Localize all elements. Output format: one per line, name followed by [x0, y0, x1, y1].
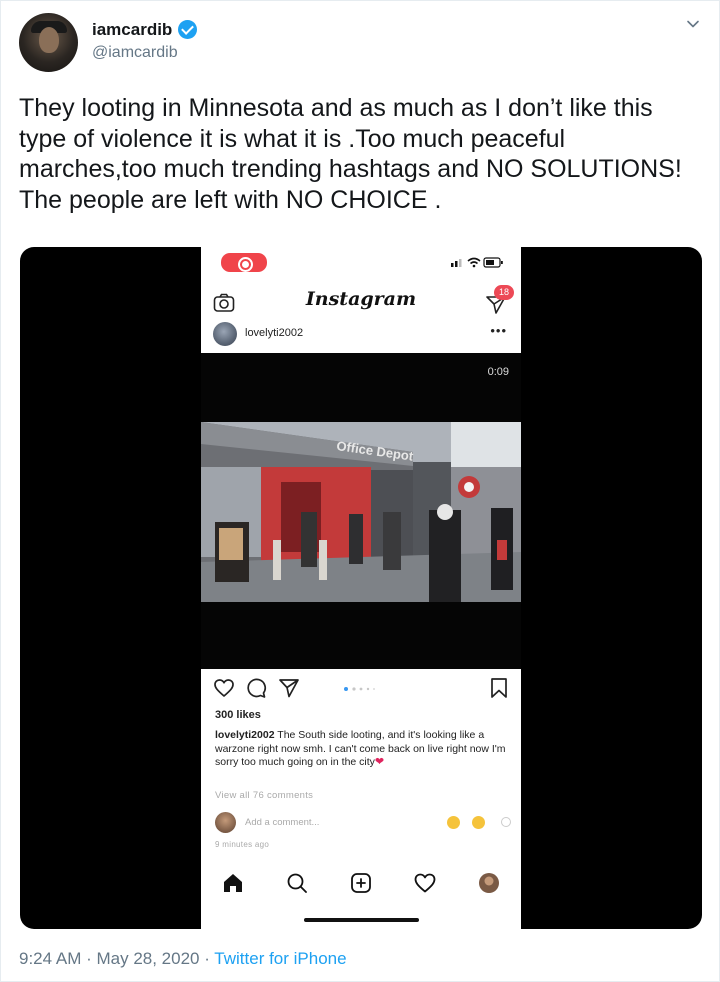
author-name[interactable]: iamcardib — [92, 20, 172, 40]
post-avatar[interactable] — [213, 322, 237, 346]
red-heart-icon: ❤ — [374, 756, 385, 768]
avatar-face — [39, 27, 59, 53]
street-scene: Office Depot — [201, 422, 521, 602]
tweet-source[interactable]: Twitter for iPhone — [214, 949, 346, 968]
laughing-emoji-icon[interactable] — [447, 816, 460, 829]
home-icon[interactable] — [221, 871, 245, 895]
carousel-dots — [344, 687, 375, 691]
post-time-ago: 9 minutes ago — [215, 840, 270, 849]
screen-record-indicator — [221, 253, 267, 272]
post-username[interactable]: lovelyti2002 — [245, 327, 303, 339]
tweet-meta: 9:24 AM · May 28, 2020 · Twitter for iPh… — [19, 949, 347, 969]
instagram-tab-bar — [201, 867, 521, 901]
post-video[interactable]: 0:09 Office Depot — [201, 353, 521, 669]
surprised-emoji-icon[interactable] — [472, 816, 485, 829]
add-comment-input[interactable]: Add a comment... — [245, 817, 319, 828]
caption-username[interactable]: lovelyti2002 — [215, 729, 275, 741]
likes-count[interactable]: 300 likes — [215, 709, 261, 721]
add-emoji-icon[interactable] — [501, 817, 511, 827]
home-indicator — [304, 918, 419, 922]
view-all-comments[interactable]: View all 76 comments — [215, 790, 313, 801]
activity-icon[interactable] — [413, 871, 437, 895]
video-frame: Office Depot — [201, 422, 521, 602]
instagram-header: Instagram 18 — [201, 283, 521, 319]
commenter-avatar — [215, 812, 236, 833]
profile-icon[interactable] — [477, 871, 501, 895]
share-icon[interactable] — [278, 677, 300, 699]
tweet-card: iamcardib @iamcardib They looting in Min… — [0, 0, 720, 982]
post-actions — [201, 675, 521, 703]
tweet-text: They looting in Minnesota and as much as… — [19, 94, 682, 214]
chevron-down-icon[interactable] — [686, 17, 700, 31]
author-avatar[interactable] — [19, 13, 78, 72]
status-bar-icons — [451, 257, 503, 268]
post-caption: lovelyti2002 The South side looting, and… — [215, 729, 507, 770]
video-timer: 0:09 — [487, 366, 509, 378]
heart-icon[interactable] — [213, 677, 235, 699]
tweet-timestamp[interactable]: 9:24 AM · May 28, 2020 · — [19, 949, 214, 968]
search-icon[interactable] — [285, 871, 309, 895]
more-options-icon[interactable]: ••• — [490, 323, 507, 338]
instagram-logo: Instagram — [305, 288, 417, 310]
tweet-media[interactable]: Instagram 18 lovelyti2002 ••• 0:09 Offic… — [20, 247, 702, 929]
post-header: lovelyti2002 ••• — [201, 319, 521, 353]
verified-icon — [178, 20, 197, 39]
bookmark-icon[interactable] — [488, 677, 510, 699]
instagram-screenshot: Instagram 18 lovelyti2002 ••• 0:09 Offic… — [201, 247, 521, 929]
comment-icon[interactable] — [245, 677, 267, 699]
add-icon[interactable] — [349, 871, 373, 895]
add-comment-row: Add a comment... — [215, 811, 511, 835]
author-handle[interactable]: @iamcardib — [92, 44, 178, 62]
dm-badge: 18 — [494, 285, 514, 300]
